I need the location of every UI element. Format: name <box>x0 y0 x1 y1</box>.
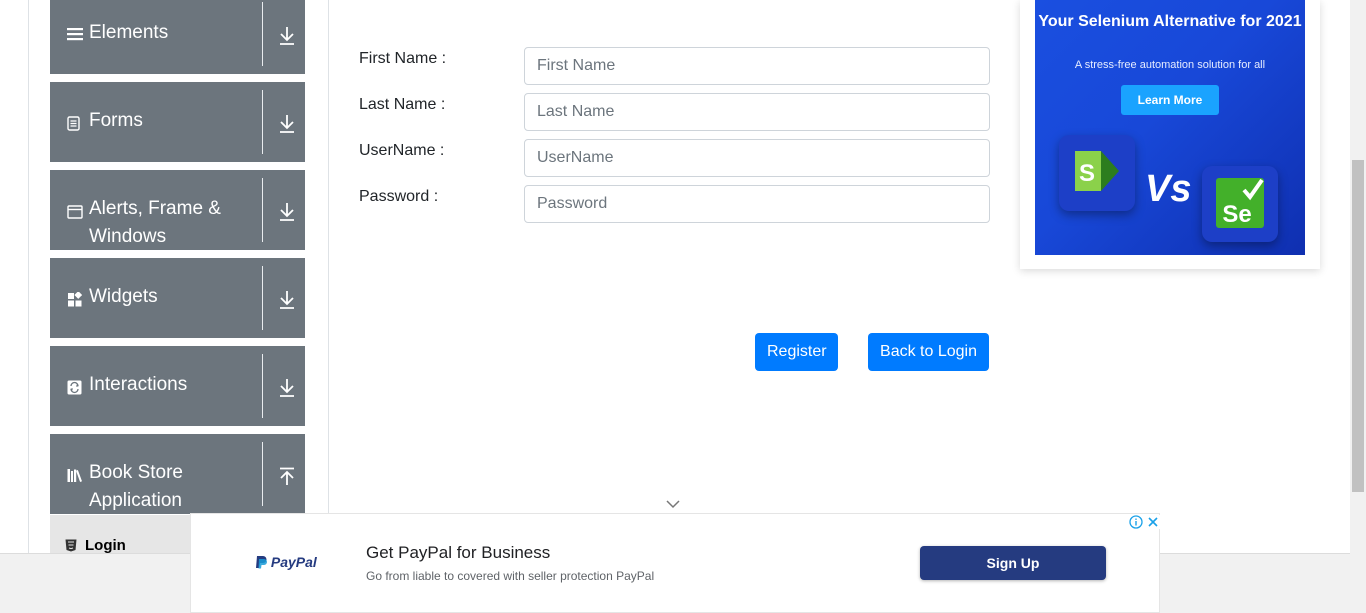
bottom-ad-subtitle: Go from liable to covered with seller pr… <box>366 569 655 583</box>
side-ad-subtitle: A stress-free automation solution for al… <box>1074 59 1266 71</box>
upload-arrow-icon[interactable] <box>278 467 296 487</box>
selenium-logo: Se <box>1202 166 1278 242</box>
username-label: UserName : <box>359 142 445 159</box>
ad-info-icon[interactable] <box>1129 515 1143 529</box>
scrollbar-thumb[interactable] <box>1352 160 1364 492</box>
side-ad-banner[interactable]: Your Selenium Alternative for 2021 A str… <box>1035 0 1305 255</box>
sidebar-group-forms[interactable]: Forms <box>50 82 305 162</box>
password-input[interactable] <box>524 185 990 223</box>
password-label: Password : <box>359 188 439 205</box>
sidebar-group-label: Alerts, Frame & Windows <box>89 198 221 247</box>
books-icon <box>67 469 82 482</box>
first-name-row: First Name : <box>359 47 990 85</box>
versus-text: Vs <box>1145 168 1192 210</box>
menu-icon <box>67 28 83 41</box>
katalon-letter: S <box>1079 160 1095 187</box>
sidebar-group-label: Interactions <box>89 374 188 395</box>
katalon-logo: S <box>1059 135 1135 211</box>
sidebar-group-book-store[interactable]: Book Store Application <box>50 434 305 514</box>
download-arrow-icon[interactable] <box>278 26 296 46</box>
group-divider <box>262 354 263 418</box>
group-divider <box>262 2 263 66</box>
chevron-down-icon[interactable] <box>666 499 680 509</box>
selenium-logo-icon: Se <box>1216 178 1264 228</box>
document-icon <box>67 116 80 131</box>
username-input[interactable] <box>524 139 990 177</box>
group-divider <box>262 266 263 330</box>
group-divider <box>262 442 263 506</box>
side-ad-title: Your Selenium Alternative for 2021 <box>1038 13 1302 30</box>
first-name-label: First Name : <box>359 50 447 67</box>
sidebar-group-label: Widgets <box>89 286 158 307</box>
first-name-input[interactable] <box>524 47 990 85</box>
sign-up-button[interactable]: Sign Up <box>920 546 1106 580</box>
ad-close-icon[interactable] <box>1146 515 1160 529</box>
group-divider <box>262 178 263 242</box>
last-name-label: Last Name : <box>359 96 446 113</box>
html-icon <box>65 539 77 552</box>
paypal-logo: PayPal <box>255 554 317 570</box>
sidebar-group-elements[interactable]: Elements <box>50 0 305 74</box>
paypal-p-icon <box>256 556 267 569</box>
bottom-ad-title: Get PayPal for Business <box>366 543 551 562</box>
download-arrow-icon[interactable] <box>278 378 296 398</box>
window-icon <box>67 205 83 219</box>
username-row: UserName : <box>359 139 990 177</box>
selenium-letters: Se <box>1222 201 1251 228</box>
sidebar-item-login[interactable]: Login <box>50 515 190 554</box>
last-name-input[interactable] <box>524 93 990 131</box>
download-arrow-icon[interactable] <box>278 114 296 134</box>
paypal-brand: PayPal <box>270 554 317 570</box>
sidebar-item-label: Login <box>85 537 126 554</box>
learn-more-button[interactable]: Learn More <box>1121 85 1219 115</box>
group-divider <box>262 90 263 154</box>
sidebar-group-interactions[interactable]: Interactions <box>50 346 305 426</box>
page: Elements Forms Alerts, Frame & Windows W… <box>0 0 1366 613</box>
katalon-logo-icon: S <box>1075 151 1119 191</box>
sidebar-group-label: Forms <box>89 110 143 131</box>
download-arrow-icon[interactable] <box>278 290 296 310</box>
sidebar-group-label: Elements <box>89 22 169 43</box>
bottom-ad[interactable]: PayPal Get PayPal for Business Go from l… <box>190 513 1160 613</box>
widgets-icon <box>68 292 82 307</box>
register-button[interactable]: Register <box>755 333 838 371</box>
sidebar-group-label: Book Store Application <box>89 462 183 511</box>
sidebar-group-alerts[interactable]: Alerts, Frame & Windows <box>50 170 305 250</box>
column-divider <box>328 0 329 553</box>
download-arrow-icon[interactable] <box>278 202 296 222</box>
last-name-row: Last Name : <box>359 93 990 131</box>
back-to-login-button[interactable]: Back to Login <box>868 333 989 371</box>
left-border <box>28 0 29 553</box>
side-ad[interactable]: Your Selenium Alternative for 2021 A str… <box>1020 0 1320 269</box>
password-row: Password : <box>359 185 990 223</box>
sidebar-group-widgets[interactable]: Widgets <box>50 258 305 338</box>
interactions-icon <box>67 380 82 395</box>
